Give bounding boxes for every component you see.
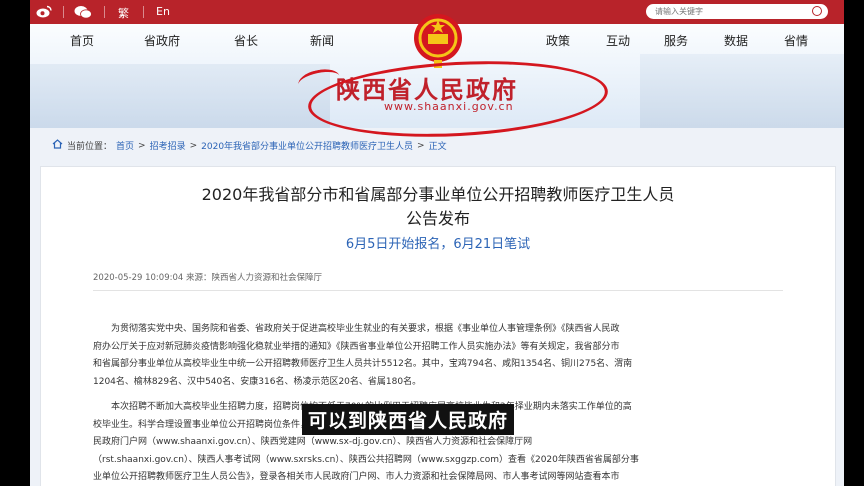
site-header: 首页 省政府 省长 新闻 政策 互动 服务 数据 省情 陕西省人民政府 www.… — [30, 14, 844, 144]
paragraph-line: 1204名、榆林829名、汉中540名、安康316名、杨凌示范区20名、省属18… — [93, 376, 422, 387]
article-card: 2020年我省部分市和省属部分事业单位公开招聘教师医疗卫生人员 公告发布 6月5… — [40, 166, 836, 486]
nav-provincial-government[interactable]: 省政府 — [144, 32, 180, 49]
weibo-icon[interactable] — [36, 5, 52, 18]
divider — [93, 290, 783, 291]
article-title-line-2: 公告发布 — [405, 209, 470, 228]
traditional-chinese-link[interactable]: 繁 — [118, 5, 129, 21]
article-meta: 2020-05-29 10:09:04 来源：陕西省人力资源和社会保障厅 — [93, 273, 322, 283]
breadcrumb: 当前位置： 首页 > 招考招录 > 2020年我省部分事业单位公开招聘教师医疗卫… — [52, 139, 451, 152]
nav-interaction[interactable]: 互动 — [606, 32, 630, 49]
nav-data[interactable]: 数据 — [724, 32, 748, 49]
breadcrumb-current: 正文 — [428, 142, 447, 152]
video-subtitle-caption: 可以到陕西省人民政府 — [302, 404, 515, 435]
article-title-line-1: 2020年我省部分市和省属部分事业单位公开招聘教师医疗卫生人员 — [201, 185, 675, 204]
building-illustration-right — [640, 54, 844, 128]
search-placeholder: 请输入关键字 — [655, 7, 703, 16]
breadcrumb-topic[interactable]: 2020年我省部分事业单位公开招聘教师医疗卫生人员 — [201, 139, 413, 152]
article-subtitle: 6月5日开始报名，6月21日笔试 — [345, 237, 531, 252]
breadcrumb-home[interactable]: 首页 — [116, 139, 134, 152]
wechat-icon[interactable] — [74, 5, 92, 19]
breadcrumb-recruitment[interactable]: 招考招录 — [150, 139, 186, 152]
nav-policy[interactable]: 政策 — [546, 32, 570, 49]
english-link[interactable]: En — [156, 5, 170, 18]
paragraph-line: 业单位公开招聘教师医疗卫生人员公告》，登录各相关市人民政府门户网、市人力资源和社… — [93, 472, 620, 482]
national-emblem-icon — [412, 12, 464, 68]
search-input[interactable]: 请输入关键字 — [646, 4, 828, 19]
paragraph-line: 和省属部分事业单位从高校毕业生中统一公开招聘教师医疗卫生人员共计5512名。其中… — [93, 359, 633, 369]
building-illustration-left — [30, 64, 330, 128]
paragraph-line: 民政府门户网（www.shaanxi.gov.cn）、陕西党建网（www.sx-… — [93, 437, 533, 447]
paragraph-line: 府办公厅关于应对新冠肺炎疫情影响强化稳就业举措的通知》《陕西省事业单位公开招聘工… — [93, 341, 620, 352]
nav-services[interactable]: 服务 — [664, 32, 688, 49]
breadcrumb-label: 当前位置： — [67, 142, 113, 152]
nav-governor[interactable]: 省长 — [234, 32, 258, 49]
home-icon — [52, 139, 63, 152]
search-icon[interactable] — [812, 6, 822, 16]
paragraph-line: （rst.shaanxi.gov.cn）、陕西人事考试网（www.sxrsks.… — [93, 454, 639, 465]
paragraph-line: 为贯彻落实党中央、国务院和省委、省政府关于促进高校毕业生就业的有关要求，根据《事… — [111, 324, 620, 334]
paragraph-1: 为贯彻落实党中央、国务院和省委、省政府关于促进高校毕业生就业的有关要求，根据《事… — [93, 321, 783, 391]
red-hand-drawn-circle — [306, 54, 610, 144]
nav-news[interactable]: 新闻 — [310, 32, 334, 49]
nav-home[interactable]: 首页 — [70, 32, 94, 49]
browser-page: 繁 En 请输入关键字 首页 省政府 省长 新闻 政策 互动 服务 数据 省情 — [30, 0, 844, 486]
nav-province-info[interactable]: 省情 — [784, 32, 808, 49]
